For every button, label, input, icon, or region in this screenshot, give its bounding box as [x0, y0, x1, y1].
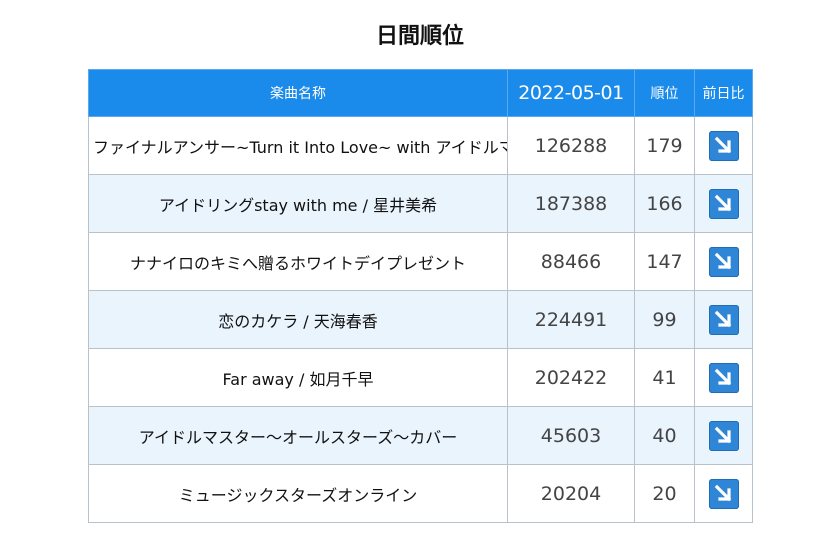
arrow-down-right-icon[interactable]	[708, 130, 739, 161]
arrow-down-right-icon[interactable]	[708, 478, 739, 509]
arrow-down-right-icon[interactable]	[708, 188, 739, 219]
song-name: 恋のカケラ / 天海春香	[88, 290, 508, 349]
song-name: アイドリングstay with me / 星井美希	[88, 174, 508, 233]
song-name: ミュージックスターズオンライン	[88, 464, 508, 523]
table-row: アイドリングstay with me / 星井美希 187388 166	[88, 174, 753, 233]
header-song: 楽曲名称	[88, 69, 508, 117]
play-count: 202422	[507, 348, 635, 407]
table-row: ミュージックスターズオンライン 20204 20	[88, 464, 753, 523]
play-count: 126288	[507, 116, 635, 175]
trend-cell	[694, 116, 753, 175]
trend-cell	[694, 406, 753, 465]
trend-cell	[694, 464, 753, 523]
trend-cell	[694, 174, 753, 233]
play-count: 45603	[507, 406, 635, 465]
arrow-down-right-icon[interactable]	[708, 246, 739, 277]
rank-value: 166	[634, 174, 695, 233]
rank-value: 20	[634, 464, 695, 523]
arrow-down-right-icon[interactable]	[708, 304, 739, 335]
table-row: 恋のカケラ / 天海春香 224491 99	[88, 290, 753, 349]
table-row: ファイナルアンサー~Turn it Into Love~ with アイドルマス…	[88, 116, 753, 175]
play-count: 224491	[507, 290, 635, 349]
rank-value: 99	[634, 290, 695, 349]
trend-cell	[694, 232, 753, 291]
song-name: ナナイロのキミへ贈るホワイトデイプレゼント	[88, 232, 508, 291]
page-title: 日間順位	[375, 24, 464, 49]
play-count: 187388	[507, 174, 635, 233]
table-row: アイドルマスター～オールスターズ～カバー 45603 40	[88, 406, 753, 465]
song-name: Far away / 如月千早	[88, 348, 508, 407]
play-count: 88466	[507, 232, 635, 291]
rank-value: 179	[634, 116, 695, 175]
table-row: ナナイロのキミへ贈るホワイトデイプレゼント 88466 147	[88, 232, 753, 291]
song-name: ファイナルアンサー~Turn it Into Love~ with アイドルマス…	[88, 116, 508, 175]
header-date: 2022-05-01	[507, 69, 635, 117]
header-rank: 順位	[634, 69, 695, 117]
ranking-table-container: 楽曲名称 2022-05-01 順位 前日比 ファイナルアンサー~Turn it…	[88, 69, 753, 523]
rank-value: 40	[634, 406, 695, 465]
trend-cell	[694, 290, 753, 349]
table-row: Far away / 如月千早 202422 41	[88, 348, 753, 407]
play-count: 20204	[507, 464, 635, 523]
song-name: アイドルマスター～オールスターズ～カバー	[88, 406, 508, 465]
header-trend: 前日比	[694, 69, 753, 117]
arrow-down-right-icon[interactable]	[708, 362, 739, 393]
rank-value: 147	[634, 232, 695, 291]
rank-value: 41	[634, 348, 695, 407]
arrow-down-right-icon[interactable]	[708, 420, 739, 451]
trend-cell	[694, 348, 753, 407]
table-header-row: 楽曲名称 2022-05-01 順位 前日比	[88, 69, 753, 117]
ranking-table: 楽曲名称 2022-05-01 順位 前日比 ファイナルアンサー~Turn it…	[88, 69, 753, 523]
